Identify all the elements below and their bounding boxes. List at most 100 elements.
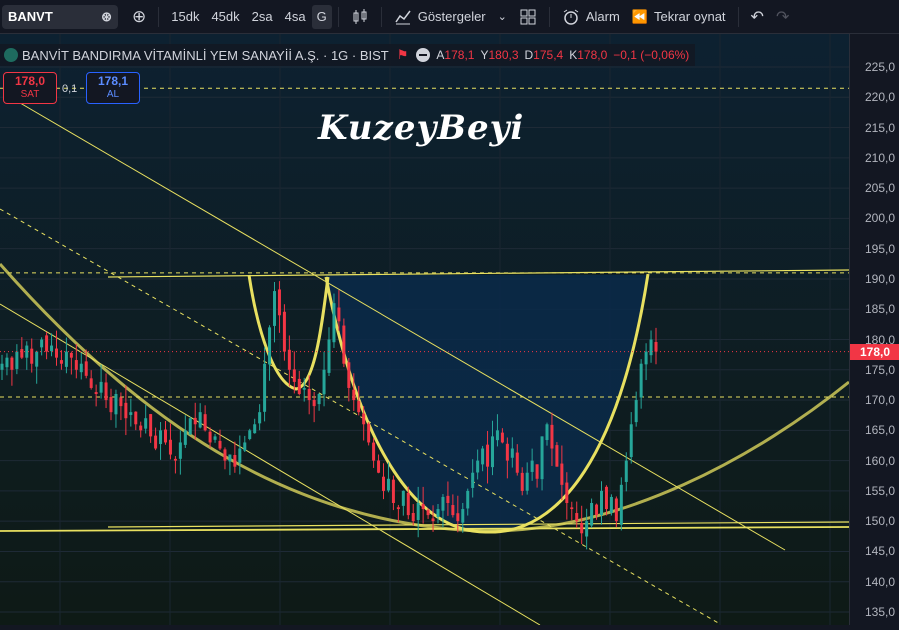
indicators-label: Göstergeler: [417, 9, 486, 24]
candle-body: [223, 449, 227, 461]
candle-body: [30, 348, 34, 364]
candle-body: [614, 498, 618, 522]
candle-body: [619, 484, 623, 525]
candle-body: [362, 413, 366, 425]
symbol-search[interactable]: BANVT ⊛: [2, 4, 118, 29]
change-value: −0,1 (−0,06%): [613, 48, 690, 62]
candle-body: [411, 512, 415, 522]
candle-body: [426, 509, 430, 516]
candle-body: [94, 392, 98, 394]
candle-body: [540, 436, 544, 480]
candle-body: [600, 490, 603, 516]
price-tick-label: 160,0: [864, 453, 895, 468]
chevron-down-icon: ⌄: [497, 11, 507, 23]
candle-body: [476, 460, 480, 473]
price-tick-label: 210,0: [864, 150, 895, 165]
symbol-badge-icon[interactable]: ⊛: [101, 9, 112, 25]
price-tick-label: 195,0: [864, 241, 895, 256]
candle-body: [129, 412, 133, 415]
timeframe-15dk[interactable]: 15dk: [165, 5, 205, 29]
sell-label: SAT: [20, 89, 40, 100]
redo-button[interactable]: ↷: [770, 5, 795, 29]
undo-button[interactable]: ↶: [745, 5, 770, 29]
candle-body: [104, 382, 108, 401]
indicators-dropdown[interactable]: ⌄: [492, 5, 513, 29]
price-tick-label: 145,0: [864, 544, 895, 559]
indicators-icon: [395, 10, 411, 24]
candle-body: [119, 397, 123, 407]
timeframe-g[interactable]: G: [311, 4, 332, 29]
candle-body: [486, 444, 490, 467]
open-value: 178,1: [444, 48, 475, 62]
candle-body: [505, 443, 509, 461]
candle-body: [144, 418, 148, 429]
candle-body: [268, 327, 272, 365]
candle-body: [277, 289, 281, 316]
candle-body: [634, 400, 638, 423]
candle-body: [441, 496, 445, 511]
symbol-logo-icon: [4, 48, 18, 62]
price-tick-label: 215,0: [864, 120, 895, 135]
candle-body: [59, 360, 63, 364]
candle-body: [401, 490, 405, 506]
candle-body: [466, 490, 470, 509]
candle-body: [45, 335, 49, 352]
price-axis[interactable]: 225,0 220,0 215,0 210,0 205,0 200,0 195,0 190,0…: [849, 34, 899, 625]
timeframe-label: G: [316, 9, 327, 24]
candle-body: [5, 357, 9, 368]
candle-body: [367, 423, 371, 443]
timeframe-45dk[interactable]: 45dk: [205, 5, 245, 29]
candle-body: [421, 504, 425, 510]
candle-body: [436, 509, 440, 517]
candle-body: [555, 445, 559, 467]
candle-body: [649, 339, 653, 356]
timeframe-4sa[interactable]: 4sa: [279, 5, 312, 29]
current-price-tag: 178,0: [850, 343, 899, 360]
candle-body: [491, 436, 494, 468]
candle-body: [317, 394, 321, 405]
price-tick-label: 225,0: [864, 60, 895, 74]
candle-body: [154, 435, 158, 449]
candle-body: [282, 311, 286, 352]
alarm-clock-icon: [563, 9, 579, 25]
candle-body: [560, 463, 564, 485]
replay-button[interactable]: ⏪ Tekrar oynat: [626, 5, 732, 29]
candle-body: [510, 448, 514, 458]
candle-body: [654, 341, 658, 352]
timeframe-label: 2sa: [251, 9, 273, 24]
candle-body: [322, 369, 326, 395]
candle-body: [99, 381, 103, 393]
candle-body: [337, 307, 341, 322]
sell-button[interactable]: 178,0 SAT: [3, 72, 57, 104]
candle-body: [25, 345, 29, 358]
hide-series-button[interactable]: [416, 48, 431, 62]
price-tick-label: 175,0: [864, 362, 895, 377]
candle-body: [139, 425, 143, 431]
candle-body: [352, 389, 356, 401]
chart-type-button[interactable]: [345, 5, 375, 29]
candle-body: [173, 458, 177, 461]
alarm-button[interactable]: Alarm: [556, 5, 626, 29]
candle-body: [273, 291, 276, 326]
candle-body: [208, 431, 212, 443]
high-value: 180,3: [488, 48, 519, 62]
candle-body: [332, 303, 336, 343]
candle-body: [327, 339, 331, 373]
candle-body: [233, 454, 237, 467]
buy-button[interactable]: 178,1 AL: [86, 72, 140, 104]
symbol-label: BANVT: [8, 9, 53, 24]
alarm-label: Alarm: [585, 9, 620, 24]
layout-button[interactable]: [513, 5, 543, 29]
plus-circle-icon: ⊕: [132, 6, 147, 26]
candle-body: [530, 460, 534, 472]
candle-body: [585, 521, 589, 537]
indicators-button[interactable]: Göstergeler: [388, 5, 492, 29]
candle-body: [495, 430, 499, 441]
add-symbol-button[interactable]: ⊕: [126, 5, 152, 29]
candle-body: [451, 505, 455, 516]
price-tick-label: 150,0: [864, 514, 895, 529]
legend-title: BANVİT BANDIRMA VİTAMİNLİ YEM SANAYİİ A.…: [22, 47, 389, 63]
timeframe-2sa[interactable]: 2sa: [246, 5, 279, 29]
ohlc-values: A178,1 Y180,3 D175,4 K178,0 −0,1 (−0,06%…: [436, 48, 689, 62]
divider: [158, 6, 160, 27]
